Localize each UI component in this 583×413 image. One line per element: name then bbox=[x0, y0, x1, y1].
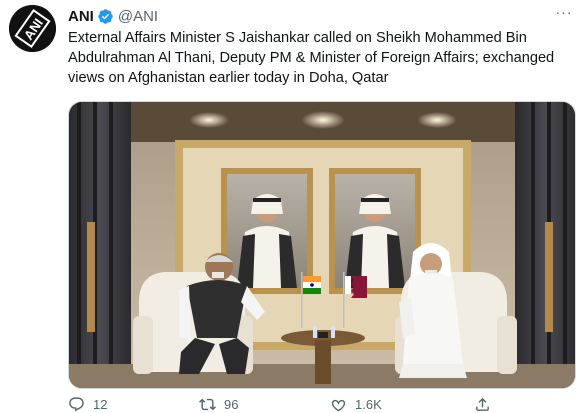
tweet-header: ANI @ANI bbox=[68, 6, 158, 26]
reply-count: 12 bbox=[93, 397, 108, 412]
like-count: 1.6K bbox=[355, 397, 382, 412]
retweet-icon bbox=[199, 398, 216, 411]
retweet-button[interactable]: 96 bbox=[199, 396, 238, 413]
like-button[interactable]: 1.6K bbox=[330, 396, 382, 413]
author-name[interactable]: ANI bbox=[68, 8, 94, 25]
retweet-count: 96 bbox=[224, 397, 239, 412]
tweet-actions: 12 96 1.6K bbox=[68, 396, 576, 413]
share-icon bbox=[476, 397, 489, 411]
more-icon[interactable]: ··· bbox=[552, 2, 576, 22]
meeting-photo bbox=[69, 102, 575, 388]
tweet: ANI ANI @ANI ··· External Affairs Minist… bbox=[0, 0, 583, 413]
tweet-text: External Affairs Minister S Jaishankar c… bbox=[68, 30, 555, 86]
like-icon bbox=[331, 399, 346, 412]
reply-button[interactable]: 12 bbox=[68, 396, 107, 413]
avatar[interactable]: ANI bbox=[9, 5, 56, 52]
verified-badge-icon bbox=[98, 8, 113, 24]
reply-icon bbox=[69, 397, 84, 412]
share-button[interactable] bbox=[474, 396, 491, 413]
ani-logo: ANI bbox=[9, 5, 56, 52]
tweet-photo[interactable] bbox=[68, 101, 576, 389]
author-handle[interactable]: @ANI bbox=[118, 8, 158, 25]
